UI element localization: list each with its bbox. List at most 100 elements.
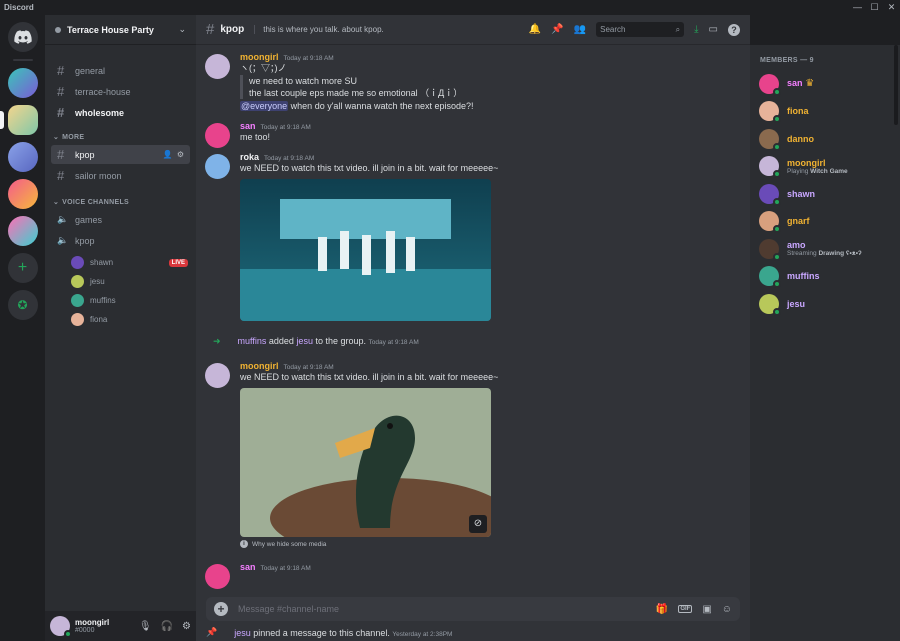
member-name: danno <box>787 133 814 144</box>
avatar[interactable] <box>50 616 72 638</box>
media-notice[interactable]: i Why we hide some media <box>240 540 740 548</box>
server-icon[interactable] <box>7 142 38 172</box>
avatar[interactable] <box>205 154 230 179</box>
maximize-button[interactable]: ☐ <box>866 2 883 13</box>
message: roka Today at 9:18 AM we NEED to watch th… <box>196 152 750 321</box>
minimize-button[interactable]: — <box>849 2 866 13</box>
message-author[interactable]: roka <box>240 152 259 162</box>
online-status-icon <box>773 142 781 151</box>
attach-plus-icon[interactable]: + <box>214 602 228 616</box>
gear-icon[interactable]: ⚙ <box>182 621 191 632</box>
sticker-icon[interactable]: ▣ <box>702 604 711 615</box>
server-list: + ✪ <box>0 15 45 641</box>
system-timestamp: Yesterday at 2:38PM <box>392 630 453 638</box>
category-label: VOICE CHANNELS <box>62 198 129 206</box>
message-text: when do y'all wanna watch the next episo… <box>288 101 474 111</box>
member-san[interactable]: san ♛ <box>750 70 900 98</box>
member-shawn[interactable]: shawn <box>750 180 900 208</box>
channel-label: sailor moon <box>75 170 122 181</box>
online-status-icon <box>773 115 781 124</box>
system-actor[interactable]: muffins <box>238 336 267 346</box>
gift-icon[interactable]: 🎁 <box>656 604 668 615</box>
channel-label: general <box>75 65 106 76</box>
plus-icon: + <box>17 259 28 276</box>
member-jesu[interactable]: jesu <box>750 290 900 318</box>
voice-user-shawn[interactable]: shawn LIVE <box>71 253 196 272</box>
spoiler-toggle-icon[interactable]: ⊘ <box>469 515 487 533</box>
microphone-icon[interactable]: 🎙 <box>139 621 152 632</box>
explore-servers-button[interactable]: ✪ <box>7 290 38 320</box>
member-muffins[interactable]: muffins <box>750 263 900 291</box>
message-author[interactable]: moongirl <box>240 52 279 62</box>
everyone-mention[interactable]: @everyone <box>240 101 289 111</box>
server-icon[interactable] <box>7 179 38 209</box>
avatar <box>71 275 84 288</box>
message-author[interactable]: san <box>240 121 256 131</box>
scrollbar[interactable] <box>894 45 898 125</box>
channel-wholesome[interactable]: # wholesome <box>51 103 190 122</box>
online-status-icon <box>773 225 781 234</box>
add-member-icon[interactable]: 👤 <box>163 150 173 159</box>
emoji-icon[interactable]: ☺ <box>722 604 732 615</box>
system-text: to the group. <box>312 336 366 346</box>
download-icon[interactable]: ⤓ <box>694 24 698 35</box>
category-more[interactable]: ⌄ MORE <box>45 129 196 145</box>
avatar <box>71 313 84 326</box>
member-amo[interactable]: amo Streaming Drawing ʕ•ᴥ•ʔ <box>750 235 900 263</box>
system-target[interactable]: jesu <box>296 336 313 346</box>
channel-topic[interactable]: this is where you talk. about kpop. <box>254 25 384 34</box>
server-icon[interactable] <box>7 216 38 246</box>
voice-user-muffins[interactable]: muffins <box>71 291 196 310</box>
pin-icon[interactable]: 📌 <box>551 24 563 35</box>
system-actor[interactable]: jesu <box>234 628 251 638</box>
category-voice-channels[interactable]: ⌄ VOICE CHANNELS <box>45 194 196 210</box>
voice-user-name: muffins <box>90 296 116 305</box>
message-input[interactable]: Message #channel-name <box>238 604 646 614</box>
avatar[interactable] <box>205 123 230 148</box>
message-composer[interactable]: + Message #channel-name 🎁 GIF ▣ ☺ <box>206 597 740 621</box>
avatar[interactable] <box>205 564 230 589</box>
help-icon[interactable]: ? <box>728 23 740 36</box>
channel-kpop[interactable]: # kpop 👤 ⚙ <box>51 145 190 164</box>
search-placeholder: Search <box>600 25 626 34</box>
home-button[interactable] <box>7 22 38 52</box>
voice-channel-kpop[interactable]: 🔈 kpop <box>51 231 190 250</box>
video-thumbnail <box>240 179 491 321</box>
message-list: moongirl Today at 9:18 AM ヽ(；▽；)ノ we need… <box>196 45 750 607</box>
message-author[interactable]: san <box>240 562 256 572</box>
category-label: MORE <box>62 133 85 141</box>
gear-icon[interactable]: ⚙ <box>177 150 184 159</box>
member-gnarf[interactable]: gnarf <box>750 208 900 236</box>
guild-header[interactable]: Terrace House Party ⌄ <box>45 15 196 45</box>
gif-button[interactable]: GIF <box>678 605 693 613</box>
member-list: MEMBERS — 9 san ♛ fiona danno moongirl Playi… <box>750 45 900 641</box>
members-icon[interactable]: 👥 <box>574 24 586 35</box>
bell-icon[interactable]: 🔔 <box>529 24 541 35</box>
member-danno[interactable]: danno <box>750 125 900 153</box>
video-embed[interactable] <box>240 179 491 321</box>
online-status-icon <box>773 280 781 289</box>
message-author[interactable]: moongirl <box>240 361 279 371</box>
channel-sailor-moon[interactable]: # sailor moon <box>51 166 190 185</box>
close-button[interactable]: ✕ <box>883 2 900 13</box>
avatar[interactable] <box>205 54 230 79</box>
image-embed[interactable]: ⊘ <box>240 388 491 537</box>
member-fiona[interactable]: fiona <box>750 98 900 126</box>
user-panel: moongirl #0000 🎙 🎧 ⚙ <box>45 611 196 641</box>
channel-general[interactable]: # general <box>51 61 190 80</box>
search-input[interactable]: Search ⌕ <box>596 22 685 37</box>
headphones-icon[interactable]: 🎧 <box>161 621 173 632</box>
guild-name: Terrace House Party <box>67 24 154 35</box>
server-icon[interactable] <box>7 68 38 98</box>
add-server-button[interactable]: + <box>7 253 38 283</box>
voice-channel-games[interactable]: 🔈 games <box>51 210 190 229</box>
member-activity: Streaming Drawing ʕ•ᴥ•ʔ <box>787 250 862 257</box>
avatar[interactable] <box>205 363 230 388</box>
voice-user-jesu[interactable]: jesu <box>71 272 196 291</box>
inbox-icon[interactable]: ▭ <box>709 24 718 35</box>
speaker-icon: 🔈 <box>57 214 69 224</box>
channel-terrace-house[interactable]: # terrace-house <box>51 82 190 101</box>
member-moongirl[interactable]: moongirl Playing Witch Game <box>750 153 900 181</box>
server-icon-terrace-house-party[interactable] <box>0 105 38 135</box>
voice-user-fiona[interactable]: fiona <box>71 310 196 329</box>
